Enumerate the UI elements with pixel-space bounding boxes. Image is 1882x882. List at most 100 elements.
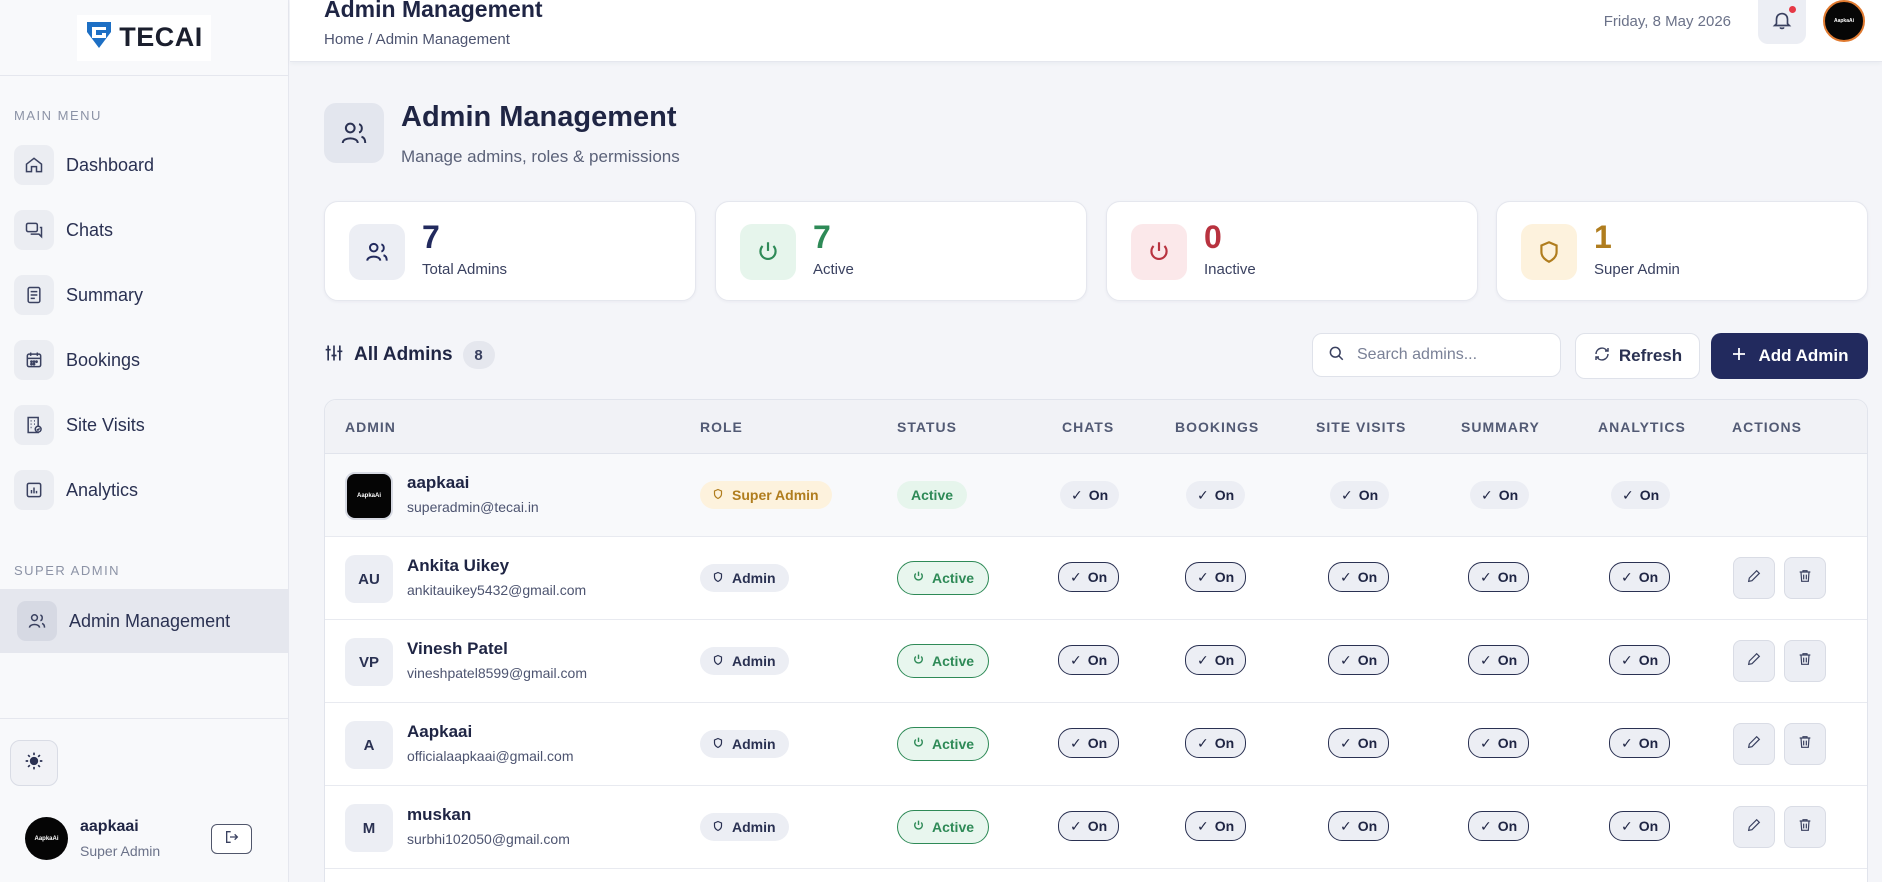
breadcrumb[interactable]: Home / Admin Management: [324, 31, 510, 48]
sidebar-item-analytics[interactable]: Analytics: [14, 466, 276, 514]
delete-button[interactable]: [1784, 557, 1826, 599]
summary-toggle[interactable]: ✓ On: [1468, 645, 1530, 675]
status-toggle[interactable]: Active: [897, 561, 990, 595]
summary-toggle[interactable]: ✓ On: [1468, 728, 1530, 758]
site-visits-toggle[interactable]: ✓ On: [1328, 728, 1390, 758]
users-icon: [17, 601, 57, 641]
refresh-icon: [1593, 345, 1611, 368]
column-header-admin[interactable]: ADMIN: [345, 400, 396, 454]
stat-card-inactive: 0 Inactive: [1106, 201, 1478, 301]
column-header-chats[interactable]: CHATS: [1062, 400, 1114, 454]
check-icon: ✓: [1480, 817, 1492, 834]
chats-toggle[interactable]: ✓ On: [1058, 728, 1120, 758]
notifications-button[interactable]: [1758, 0, 1806, 44]
permission-label: On: [1214, 652, 1235, 668]
edit-button[interactable]: [1733, 640, 1775, 682]
stat-label: Active: [813, 261, 854, 278]
delete-button[interactable]: [1784, 640, 1826, 682]
status-toggle[interactable]: Active: [897, 727, 990, 761]
logout-button[interactable]: [211, 824, 252, 854]
permission-label: On: [1087, 652, 1108, 668]
stat-label: Total Admins: [422, 261, 508, 278]
column-header-status[interactable]: STATUS: [897, 400, 957, 454]
delete-button[interactable]: [1784, 723, 1826, 765]
sidebar-item-summary[interactable]: Summary: [14, 271, 276, 319]
permission-label: On: [1357, 569, 1378, 585]
chats-permission: ✓ On: [1060, 481, 1120, 509]
permission-label: On: [1638, 569, 1659, 585]
stat-card-active: 7 Active: [715, 201, 1087, 301]
admin-email: surbhi102050@gmail.com: [407, 831, 570, 847]
power-icon: [912, 653, 925, 669]
check-icon: ✓: [1340, 651, 1352, 668]
check-icon: ✓: [1340, 817, 1352, 834]
delete-button[interactable]: [1784, 806, 1826, 848]
logo[interactable]: TECAI: [77, 14, 211, 61]
user-name: aapkaai: [80, 818, 139, 835]
permission-label: On: [1214, 735, 1235, 751]
permission-label: On: [1497, 652, 1518, 668]
user-role: Super Admin: [80, 843, 161, 859]
shield-icon: [712, 736, 724, 752]
summary-toggle[interactable]: ✓ On: [1468, 811, 1530, 841]
search-box[interactable]: [1312, 333, 1561, 377]
analytics-toggle[interactable]: ✓ On: [1609, 728, 1671, 758]
add-admin-button[interactable]: Add Admin: [1711, 333, 1868, 379]
filter-icon: [324, 343, 344, 368]
edit-button[interactable]: [1733, 557, 1775, 599]
column-header-bookings[interactable]: BOOKINGS: [1175, 400, 1259, 454]
refresh-button[interactable]: Refresh: [1575, 333, 1700, 379]
permission-label: On: [1357, 652, 1378, 668]
chats-toggle[interactable]: ✓ On: [1058, 811, 1120, 841]
status-toggle[interactable]: Active: [897, 644, 990, 678]
building-icon: [14, 405, 54, 445]
chats-toggle[interactable]: ✓ On: [1058, 645, 1120, 675]
site-visits-toggle[interactable]: ✓ On: [1328, 811, 1390, 841]
shield-icon: [712, 487, 724, 503]
avatar[interactable]: AapkaAi: [25, 817, 68, 860]
check-icon: ✓: [1070, 651, 1082, 668]
column-header-role[interactable]: ROLE: [700, 400, 743, 454]
role-label: Super Admin: [732, 487, 819, 503]
document-icon: [14, 275, 54, 315]
column-header-summary[interactable]: SUMMARY: [1461, 400, 1540, 454]
analytics-toggle[interactable]: ✓ On: [1609, 811, 1671, 841]
permission-label: On: [1357, 735, 1378, 751]
users-icon: [349, 224, 405, 280]
sidebar-item-label: Bookings: [66, 349, 141, 370]
edit-button[interactable]: [1733, 723, 1775, 765]
theme-toggle-button[interactable]: [10, 740, 58, 786]
bookings-toggle[interactable]: ✓ On: [1185, 728, 1247, 758]
check-icon: ✓: [1480, 651, 1492, 668]
bookings-toggle[interactable]: ✓ On: [1185, 811, 1247, 841]
check-icon: ✓: [1480, 568, 1492, 585]
sidebar-item-bookings[interactable]: Bookings: [14, 336, 276, 384]
edit-button[interactable]: [1733, 806, 1775, 848]
permission-label: On: [1497, 818, 1518, 834]
column-header-analytics[interactable]: ANALYTICS: [1598, 400, 1686, 454]
avatar[interactable]: AapkaAi: [1823, 0, 1865, 42]
bookings-toggle[interactable]: ✓ On: [1185, 645, 1247, 675]
table-header: ADMIN ROLE STATUS CHATS BOOKINGS SITE VI…: [325, 400, 1867, 454]
sidebar-item-site-visits[interactable]: Site Visits: [14, 401, 276, 449]
sidebar-item-admin-management[interactable]: Admin Management: [17, 597, 279, 645]
summary-toggle[interactable]: ✓ On: [1468, 562, 1530, 592]
site-visits-toggle[interactable]: ✓ On: [1328, 645, 1390, 675]
site-visits-toggle[interactable]: ✓ On: [1328, 562, 1390, 592]
status-toggle[interactable]: Active: [897, 810, 990, 844]
analytics-toggle[interactable]: ✓ On: [1609, 645, 1671, 675]
trash-icon: [1797, 734, 1813, 755]
bookings-toggle[interactable]: ✓ On: [1185, 562, 1247, 592]
admins-table: ADMIN ROLE STATUS CHATS BOOKINGS SITE VI…: [324, 399, 1868, 882]
column-header-site-visits[interactable]: SITE VISITS: [1316, 400, 1406, 454]
check-icon: ✓: [1197, 734, 1209, 751]
shield-icon: [712, 653, 724, 669]
sidebar-item-dashboard[interactable]: Dashboard: [14, 141, 276, 189]
search-input[interactable]: [1357, 346, 1547, 364]
plus-icon: [1730, 345, 1748, 368]
analytics-toggle[interactable]: ✓ On: [1609, 562, 1671, 592]
sidebar-item-chats[interactable]: Chats: [14, 206, 276, 254]
chats-toggle[interactable]: ✓ On: [1058, 562, 1120, 592]
avatar: M: [345, 804, 393, 852]
check-icon: ✓: [1197, 486, 1209, 503]
